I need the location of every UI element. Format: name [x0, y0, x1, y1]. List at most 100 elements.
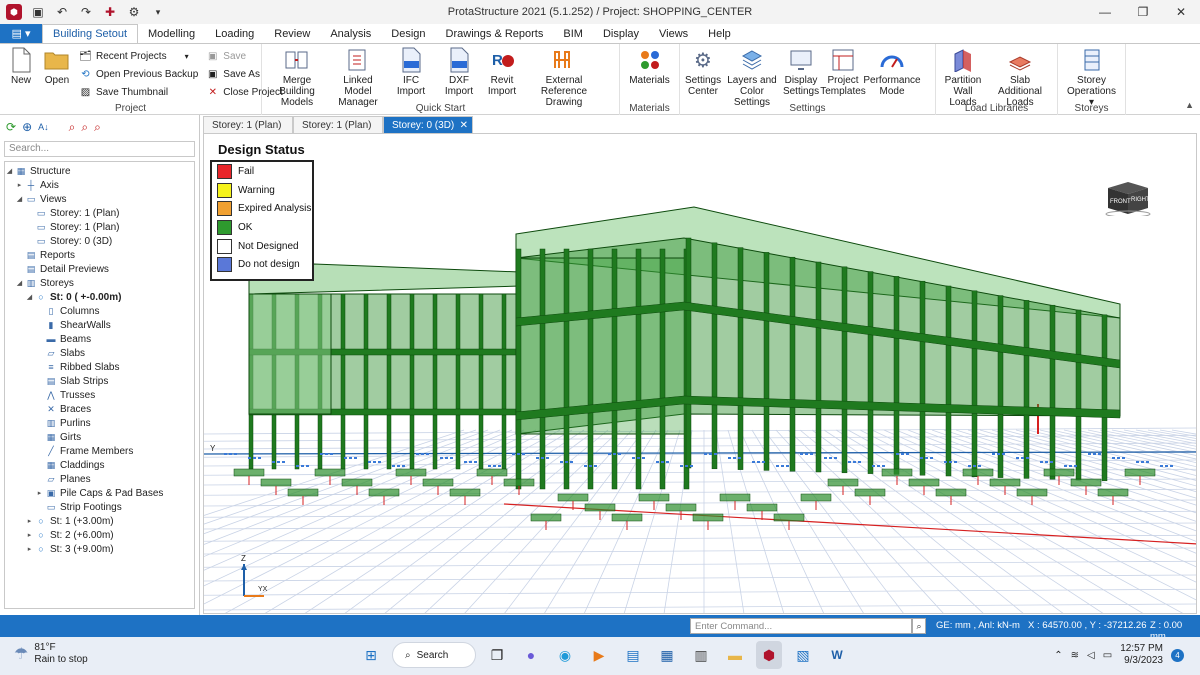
- edge-icon[interactable]: ◉: [552, 641, 578, 669]
- notification-badge[interactable]: 4: [1171, 648, 1184, 662]
- open-button[interactable]: Open: [39, 46, 75, 87]
- tab-display[interactable]: Display: [593, 24, 649, 43]
- revit-import-button[interactable]: R Revit Import: [483, 46, 521, 98]
- zoom-clear-icon[interactable]: ⌕: [94, 120, 101, 135]
- tree-item[interactable]: ▦ Claddings: [5, 458, 194, 472]
- tree-expander-icon[interactable]: ◢: [25, 293, 34, 301]
- tab-building-setout[interactable]: Building Setout: [42, 24, 138, 43]
- command-search-icon[interactable]: ⌕: [912, 618, 926, 634]
- 3d-canvas[interactable]: Design Status Fail Warning Expired Analysi…: [203, 134, 1197, 614]
- tree-expander-icon[interactable]: ◢: [5, 167, 14, 175]
- tree-item[interactable]: ▸ ○ St: 1 (+3.00m): [5, 514, 194, 528]
- dropdown-icon[interactable]: ▾: [150, 4, 166, 20]
- view-tab-storey-1-plan[interactable]: Storey: 1 (Plan): [203, 116, 293, 133]
- slab-additional-loads-button[interactable]: Slab Additional Loads: [987, 46, 1053, 109]
- app-logo-icon[interactable]: ⬢: [6, 4, 22, 20]
- tree-item[interactable]: ▸ ┼ Axis: [5, 178, 194, 192]
- refresh-icon[interactable]: ⟳: [6, 120, 16, 134]
- view-navigation-cube[interactable]: FRONT RIGHT: [1102, 176, 1156, 218]
- clock[interactable]: 12:57 PM 9/3/2023: [1120, 643, 1163, 667]
- wifi-icon[interactable]: ≋: [1071, 650, 1079, 661]
- ifc-import-button[interactable]: IFC Import: [387, 46, 435, 98]
- tree-item[interactable]: ▥ Purlins: [5, 416, 194, 430]
- save-thumbnail-button[interactable]: ▨ Save Thumbnail: [79, 84, 198, 100]
- tree-expander-icon[interactable]: ▸: [25, 517, 34, 525]
- word-icon[interactable]: W: [824, 641, 850, 669]
- file-explorer-icon[interactable]: ▬: [722, 641, 748, 669]
- external-reference-drawing-button[interactable]: External Reference Drawing: [521, 46, 607, 109]
- media-icon[interactable]: ▶: [586, 641, 612, 669]
- tree-item[interactable]: ▸ ○ St: 3 (+9.00m): [5, 542, 194, 556]
- tree-expander-icon[interactable]: ▸: [35, 489, 44, 497]
- tree-item[interactable]: ▱ Planes: [5, 472, 194, 486]
- tree-expander-icon[interactable]: ◢: [15, 195, 24, 203]
- view-tab-storey-0-3d[interactable]: Storey: 0 (3D) ✕: [383, 116, 473, 133]
- chat-icon[interactable]: ●: [518, 641, 544, 669]
- save-icon[interactable]: ▣: [30, 4, 46, 20]
- taskbar-search[interactable]: ⌕ Search: [392, 642, 476, 668]
- materials-button[interactable]: Materials: [623, 46, 676, 87]
- open-previous-backup-button[interactable]: ⟲ Open Previous Backup: [79, 66, 198, 82]
- volume-icon[interactable]: ◁: [1087, 650, 1095, 661]
- tree-expander-icon[interactable]: ◢: [15, 279, 24, 287]
- tree-expander-icon[interactable]: ▸: [25, 545, 34, 553]
- performance-mode-button[interactable]: Performance Mode: [863, 46, 921, 98]
- tab-modelling[interactable]: Modelling: [138, 24, 205, 43]
- tree-item[interactable]: ▸ ○ St: 2 (+6.00m): [5, 528, 194, 542]
- tab-bim[interactable]: BIM: [553, 24, 593, 43]
- tree-item[interactable]: ▮ ShearWalls: [5, 318, 194, 332]
- battery-icon[interactable]: ▭: [1103, 650, 1112, 661]
- close-tab-icon[interactable]: ✕: [460, 120, 468, 131]
- display-settings-button[interactable]: Display Settings: [781, 46, 821, 98]
- tab-views[interactable]: Views: [649, 24, 698, 43]
- dxf-import-button[interactable]: DXF Import: [435, 46, 483, 98]
- recent-projects-button[interactable]: 🗂 Recent Projects ▾: [79, 48, 198, 64]
- undo-icon[interactable]: ↶: [54, 4, 70, 20]
- settings-center-button[interactable]: ⚙ Settings Center: [683, 46, 723, 98]
- tree-item[interactable]: ▤ Detail Previews: [5, 262, 194, 276]
- tree-item[interactable]: ▸ ▣ Pile Caps & Pad Bases: [5, 486, 194, 500]
- tab-help[interactable]: Help: [698, 24, 741, 43]
- collapse-ribbon-icon[interactable]: ▲: [1185, 100, 1194, 110]
- tab-loading[interactable]: Loading: [205, 24, 264, 43]
- tree-item[interactable]: ◢ ○ St: 0 ( +-0.00m): [5, 290, 194, 304]
- tree-item[interactable]: ▯ Columns: [5, 304, 194, 318]
- tree-item[interactable]: ▭ Storey: 1 (Plan): [5, 206, 194, 220]
- tab-review[interactable]: Review: [264, 24, 320, 43]
- start-icon[interactable]: ⊞: [358, 641, 384, 669]
- tree-item[interactable]: ◢ ▦ Structure: [5, 164, 194, 178]
- tab-analysis[interactable]: Analysis: [320, 24, 381, 43]
- view-tab-storey-1-plan-2[interactable]: Storey: 1 (Plan): [293, 116, 383, 133]
- sort-az-icon[interactable]: A↓: [38, 122, 49, 132]
- zoom-find-icon[interactable]: ⌕: [69, 120, 76, 135]
- task-view-icon[interactable]: ❐: [484, 641, 510, 669]
- new-button[interactable]: New: [3, 46, 39, 87]
- tree-item[interactable]: ▭ Strip Footings: [5, 500, 194, 514]
- tray-chevron-icon[interactable]: ⌃: [1054, 650, 1062, 661]
- monitor-icon[interactable]: ▤: [620, 641, 646, 669]
- tree-item[interactable]: ⋀ Trusses: [5, 388, 194, 402]
- tree-item[interactable]: ▭ Storey: 0 (3D): [5, 234, 194, 248]
- tree-search-input[interactable]: Search...: [4, 141, 195, 157]
- tree-item[interactable]: ▤ Reports: [5, 248, 194, 262]
- tab-design[interactable]: Design: [381, 24, 435, 43]
- restore-icon[interactable]: ❐: [1124, 0, 1162, 24]
- tree-item[interactable]: ╱ Frame Members: [5, 444, 194, 458]
- tree-item[interactable]: ✕ Braces: [5, 402, 194, 416]
- tree-item[interactable]: ▦ Girts: [5, 430, 194, 444]
- tree-item[interactable]: ≡ Ribbed Slabs: [5, 360, 194, 374]
- partition-wall-loads-button[interactable]: Partition Wall Loads: [939, 46, 987, 109]
- tree-item[interactable]: ▬ Beams: [5, 332, 194, 346]
- gear-icon[interactable]: ⚙: [126, 4, 142, 20]
- linked-model-manager-button[interactable]: Linked Model Manager: [329, 46, 387, 109]
- redo-icon[interactable]: ↷: [78, 4, 94, 20]
- tree-expander-icon[interactable]: ▸: [25, 531, 34, 539]
- file-menu-button[interactable]: ▤ ▾: [0, 24, 42, 43]
- calculator-icon[interactable]: ▥: [688, 641, 714, 669]
- weather-widget[interactable]: ☂ 81°F Rain to stop: [14, 642, 88, 666]
- tab-drawings-reports[interactable]: Drawings & Reports: [436, 24, 554, 43]
- tree-item[interactable]: ▭ Storey: 1 (Plan): [5, 220, 194, 234]
- notepad-icon[interactable]: ▧: [790, 641, 816, 669]
- protastructure-taskbar-icon[interactable]: ⬢: [756, 641, 782, 669]
- minimize-icon[interactable]: —: [1086, 0, 1124, 24]
